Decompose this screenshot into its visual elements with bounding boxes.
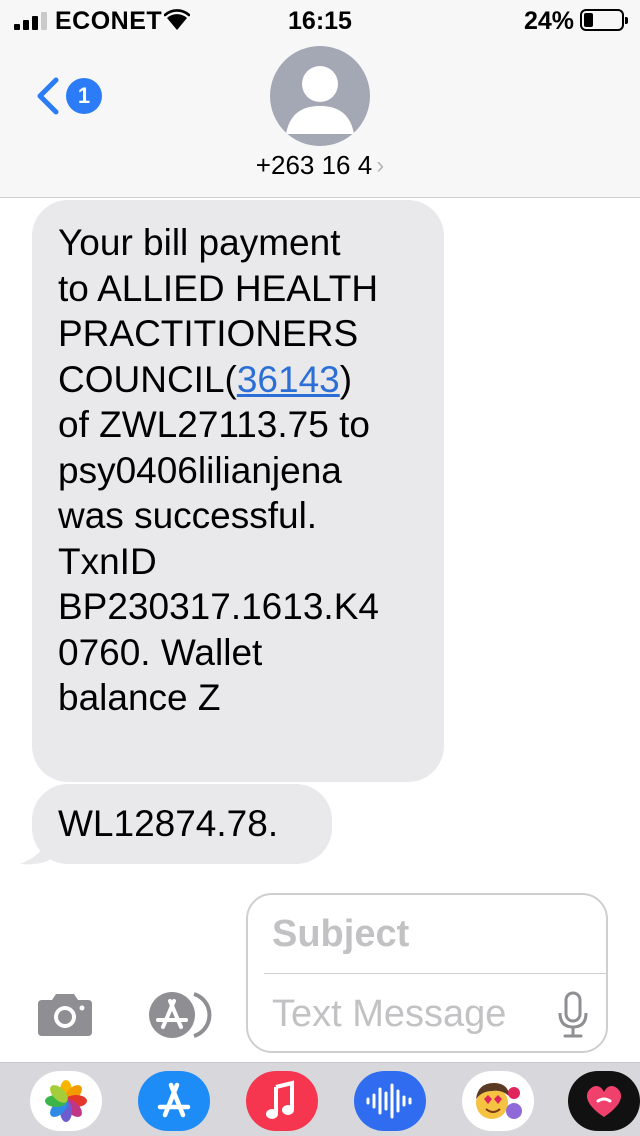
contact-number: +263 16 4: [255, 150, 373, 180]
battery-percentage: 24%: [523, 7, 574, 35]
app-drawer: [0, 1062, 640, 1136]
photos-icon[interactable]: [30, 1071, 102, 1131]
chevron-left-icon: [37, 77, 59, 115]
unread-count-badge: 1: [66, 78, 102, 114]
message-text: ) of ZWL27113.75 to psy0406lilianjena wa…: [58, 358, 379, 719]
message-compose-field[interactable]: Subject Text Message: [246, 893, 608, 1053]
phone-number-link[interactable]: 36143: [237, 359, 340, 400]
compose-divider: [264, 973, 606, 974]
status-bar: ECONET 16:15 24%: [0, 0, 640, 40]
message-bubble[interactable]: WL12874.78.: [32, 784, 332, 864]
battery-level-fill: [584, 13, 593, 27]
memoji-stickers-icon[interactable]: [462, 1071, 534, 1131]
app-store-button[interactable]: [136, 990, 216, 1040]
microphone-icon[interactable]: [556, 991, 590, 1039]
digital-touch-icon[interactable]: [568, 1071, 640, 1131]
person-silhouette-icon: [286, 66, 354, 134]
music-icon[interactable]: [246, 1071, 318, 1131]
back-button[interactable]: 1: [34, 74, 104, 118]
app-store-icon[interactable]: [138, 1071, 210, 1131]
camera-icon[interactable]: [34, 992, 96, 1038]
message-text: WL12874.78.: [58, 803, 279, 844]
contact-name[interactable]: +263 16 4 ›: [0, 150, 640, 181]
message-bubble[interactable]: Your bill payment to ALLIED HEALTH PRACT…: [32, 200, 444, 782]
subject-input[interactable]: Subject: [272, 913, 409, 956]
contact-avatar[interactable]: [270, 46, 370, 146]
chevron-right-icon: ›: [376, 152, 385, 179]
message-input[interactable]: Text Message: [272, 993, 506, 1036]
audio-message-icon[interactable]: [354, 1071, 426, 1131]
battery-icon: [580, 9, 628, 31]
